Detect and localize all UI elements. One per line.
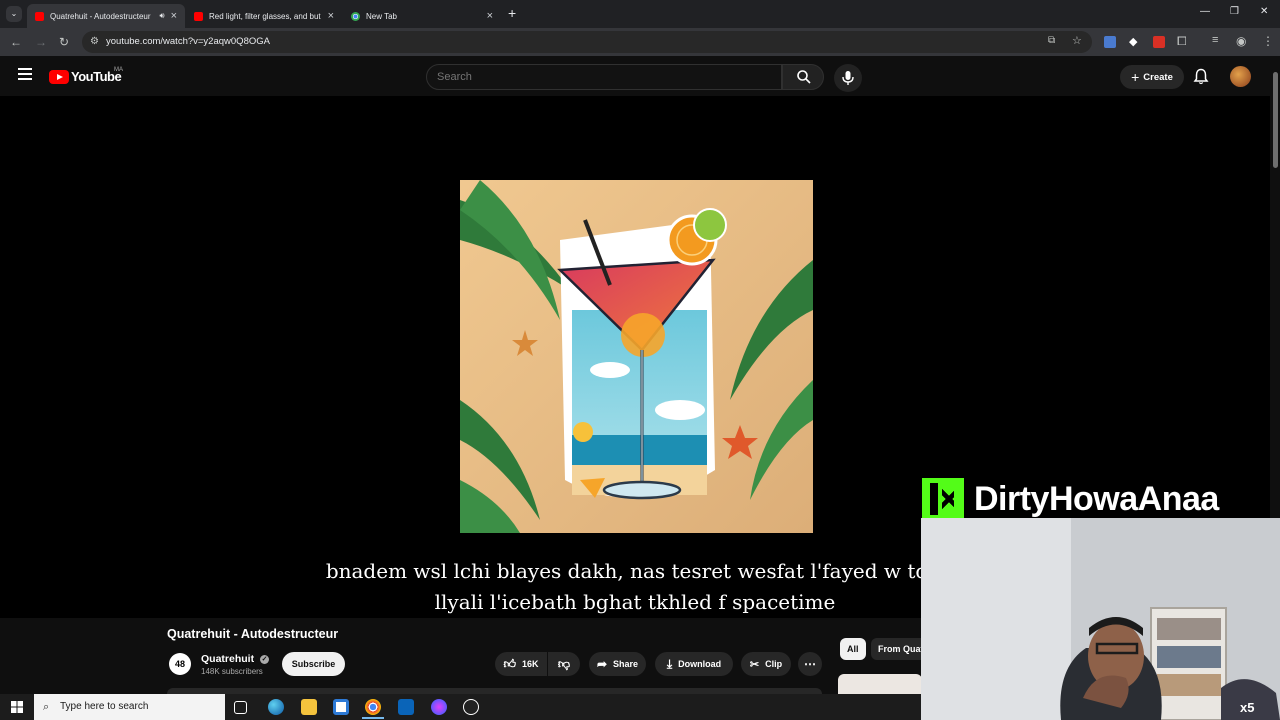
install-app-icon[interactable]: ⧉ xyxy=(1048,35,1055,46)
store-icon[interactable] xyxy=(333,699,349,715)
search-button[interactable] xyxy=(782,64,824,90)
cocktail-illustration xyxy=(460,180,813,533)
download-icon: ⤓ xyxy=(666,656,673,671)
youtube-icon xyxy=(194,11,203,21)
tab-youtube-2[interactable]: Red light, filter glasses, and but × xyxy=(186,4,342,28)
restore-icon[interactable]: ❐ xyxy=(1230,6,1239,17)
channel-avatar[interactable]: 48 xyxy=(169,653,191,675)
youtube-logo[interactable]: YouTube xyxy=(49,69,122,84)
chrome-icon xyxy=(351,11,360,21)
translate-extension-icon[interactable] xyxy=(1104,36,1116,48)
tab-title: Red light, filter glasses, and but xyxy=(209,11,321,21)
youtube-icon xyxy=(35,11,44,21)
like-count: 16K xyxy=(522,659,539,669)
close-icon[interactable]: × xyxy=(171,10,177,22)
chip-all[interactable]: All xyxy=(840,638,866,660)
task-view-icon[interactable] xyxy=(234,701,247,714)
region-code: MA xyxy=(114,67,123,73)
close-icon[interactable]: × xyxy=(487,10,493,22)
browser-menu-icon[interactable]: ⋮ xyxy=(1262,34,1274,48)
active-app-indicator xyxy=(362,717,384,719)
browser-toolbar: ← → ↻ ⚙︎ youtube.com/watch?v=y2aqw0Q8OGA… xyxy=(0,28,1280,56)
extensions-puzzle-icon[interactable]: ⧠ xyxy=(1177,34,1187,49)
create-label: Create xyxy=(1143,71,1173,83)
stream-overlay: DirtyHowaAnaa xyxy=(922,476,1219,522)
reload-icon[interactable]: ↻ xyxy=(59,34,69,50)
site-info-icon[interactable]: ⚙︎ xyxy=(90,36,99,47)
video-artwork xyxy=(460,180,813,533)
voice-search-button[interactable] xyxy=(834,64,862,92)
thumbs-up-icon: 👍︎ xyxy=(503,656,517,671)
extension-icon[interactable]: ◆ xyxy=(1129,35,1137,48)
search-icon xyxy=(797,70,811,84)
bookmark-star-icon[interactable]: ☆ xyxy=(1072,34,1082,47)
profile-icon[interactable]: ◉ xyxy=(1236,34,1246,48)
windows-start-icon[interactable] xyxy=(11,701,23,713)
webcam-feed xyxy=(921,518,1280,720)
close-window-icon[interactable]: ✕ xyxy=(1260,6,1268,17)
tab-title: Quatrehuit - Autodestructeur xyxy=(50,11,151,21)
thumbs-down-icon: 👎︎ xyxy=(557,656,571,671)
messenger-icon[interactable] xyxy=(431,699,447,715)
url-text: youtube.com/watch?v=y2aqw0Q8OGA xyxy=(106,36,270,47)
search-input[interactable] xyxy=(426,64,782,90)
plus-icon: + xyxy=(1131,69,1140,85)
download-button[interactable]: ⤓ Download xyxy=(655,652,733,676)
taskbar-search-box[interactable]: ⌕ Type here to search xyxy=(34,694,225,720)
multiplier-badge: x5 xyxy=(1240,700,1255,715)
microphone-icon xyxy=(842,71,854,85)
create-button[interactable]: + Create xyxy=(1120,65,1184,89)
tab-youtube-active[interactable]: Quatrehuit - Autodestructeur 🔊︎ × xyxy=(27,4,185,28)
more-horizontal-icon: ⋯ xyxy=(804,657,816,671)
search-icon: ⌕ xyxy=(43,701,50,713)
tab-title: New Tab xyxy=(366,11,397,21)
scrollbar-thumb[interactable] xyxy=(1273,72,1278,168)
account-avatar[interactable] xyxy=(1230,66,1251,87)
video-title: Quatrehuit - Autodestructeur xyxy=(167,627,339,641)
download-label: Download xyxy=(678,659,722,669)
back-icon[interactable]: ← xyxy=(10,34,22,50)
share-label: Share xyxy=(613,659,639,669)
subscriber-count: 148K subscribers xyxy=(201,667,263,676)
verified-badge-icon: ✓ xyxy=(260,654,270,664)
scissors-icon: ✂ xyxy=(749,658,760,671)
hamburger-menu-icon[interactable] xyxy=(18,68,32,80)
edge-icon[interactable] xyxy=(268,699,284,715)
youtube-play-icon xyxy=(49,69,69,84)
file-explorer-icon[interactable] xyxy=(301,699,317,715)
chrome-taskbar-icon[interactable] xyxy=(365,699,381,715)
recommended-video-thumbnail[interactable] xyxy=(838,674,922,694)
obs-icon[interactable] xyxy=(463,699,479,715)
streamer-name: DirtyHowaAnaa xyxy=(974,479,1219,518)
taskbar-search-placeholder: Type here to search xyxy=(60,701,149,712)
browser-tab-strip: ⌄ Quatrehuit - Autodestructeur 🔊︎ × Red … xyxy=(0,0,1280,28)
windows-taskbar: ⌕ Type here to search xyxy=(0,694,921,720)
new-tab-button[interactable]: + xyxy=(508,5,516,21)
youtube-header: YouTube MA + Create xyxy=(0,56,1280,96)
channel-name[interactable]: Quatrehuit ✓ xyxy=(201,653,270,665)
channel-name-text: Quatrehuit xyxy=(201,653,255,665)
close-icon[interactable]: × xyxy=(328,10,334,22)
address-bar[interactable]: ⚙︎ youtube.com/watch?v=y2aqw0Q8OGA ⧉ ☆ xyxy=(82,31,1092,53)
share-button[interactable]: ➦ Share xyxy=(589,652,646,676)
more-actions-button[interactable]: ⋯ xyxy=(798,652,822,676)
forward-icon[interactable]: → xyxy=(35,34,47,50)
share-arrow-icon: ➦ xyxy=(596,657,608,671)
notifications-bell-icon[interactable] xyxy=(1193,68,1209,85)
tab-new-tab[interactable]: New Tab × xyxy=(343,4,501,28)
speaker-icon[interactable]: 🔊︎ xyxy=(160,11,165,21)
minimize-icon[interactable]: — xyxy=(1200,6,1210,17)
extension-red-icon[interactable] xyxy=(1153,36,1165,48)
dislike-button[interactable]: 👎︎ xyxy=(548,652,580,676)
subscribe-button[interactable]: Subscribe xyxy=(282,652,345,676)
webcam-scene xyxy=(921,518,1280,720)
chip-from-channel[interactable]: From Quat xyxy=(871,638,921,660)
media-controls-icon[interactable]: ≡ xyxy=(1212,34,1218,46)
kick-logo-icon xyxy=(922,478,964,520)
like-button[interactable]: 👍︎ 16K xyxy=(495,652,547,676)
outlook-icon[interactable] xyxy=(398,699,414,715)
tab-search-button[interactable]: ⌄ xyxy=(6,6,22,22)
clip-button[interactable]: ✂ Clip xyxy=(741,652,791,676)
clip-label: Clip xyxy=(765,659,783,669)
